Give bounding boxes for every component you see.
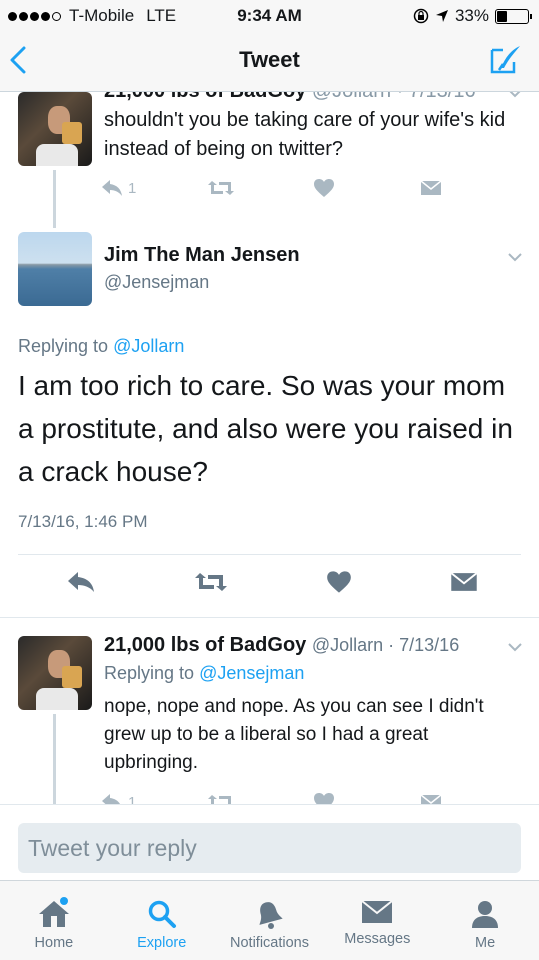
thread-line (53, 170, 56, 228)
tab-label: Messages (344, 931, 411, 947)
replying-prefix: Replying to (18, 336, 109, 356)
avatar[interactable] (18, 636, 92, 710)
heart-icon (314, 793, 335, 804)
bell-icon (259, 902, 284, 929)
tab-messages[interactable]: Messages (323, 881, 431, 960)
battery-icon (495, 8, 532, 24)
tab-label: Notifications (230, 935, 309, 951)
reply-count: 1 (128, 179, 137, 197)
author-handle-date: @Jollarn · 7/13/16 (312, 92, 476, 102)
tweet-timestamp: 7/13/16, 1:46 PM (18, 512, 148, 531)
avatar[interactable] (18, 232, 92, 306)
retweet-icon (207, 795, 231, 804)
replying-to-link[interactable]: @Jollarn (113, 336, 184, 356)
tweet-thread[interactable]: 21,000 lbs of BadGoy @Jollarn · 7/13/16 … (0, 92, 539, 804)
retweet-button[interactable] (207, 793, 267, 804)
tab-bar: Home Explore Notifications Messages Me (0, 880, 539, 960)
tweet-text: nope, nope and nope. As you can see I di… (104, 696, 484, 773)
orientation-lock-icon (413, 8, 429, 24)
author-handle[interactable]: @Jensejman (104, 272, 209, 293)
tweet-actions: 1 (100, 178, 480, 198)
envelope-icon (420, 180, 442, 195)
tweet-header: 21,000 lbs of BadGoy @Jollarn · 7/13/16 (104, 92, 476, 103)
replying-to-link[interactable]: @Jensejman (199, 663, 304, 683)
reply-composer (0, 804, 539, 880)
chevron-down-icon[interactable] (507, 252, 523, 262)
replying-to: Replying to @Jollarn (18, 336, 184, 357)
heart-icon (314, 179, 335, 197)
author-name: 21,000 lbs of BadGoy (104, 92, 306, 102)
battery-percent: 33% (454, 6, 489, 25)
replying-prefix: Replying to (104, 663, 195, 683)
reply-input[interactable] (18, 823, 521, 873)
tab-notifications[interactable]: Notifications (216, 881, 324, 960)
reply-icon (102, 794, 120, 804)
status-right: 33% (413, 6, 532, 26)
replying-to: Replying to @Jensejman (104, 663, 304, 684)
retweet-icon (207, 181, 234, 195)
reply-button[interactable]: 1 (100, 179, 160, 197)
message-button[interactable] (420, 180, 480, 196)
reply-icon (102, 180, 122, 196)
retweet-icon[interactable] (194, 571, 228, 593)
reply-icon[interactable] (66, 571, 96, 593)
tweet-actions: 1 (100, 792, 480, 804)
reply-button[interactable]: 1 (100, 793, 160, 804)
person-icon (472, 901, 499, 928)
tweet-text: I am too rich to care. So was your mom a… (18, 370, 513, 487)
compose-icon (490, 46, 520, 74)
nav-bar: Tweet (0, 30, 539, 92)
retweet-button[interactable] (207, 179, 267, 197)
location-icon (435, 10, 448, 22)
message-button[interactable] (420, 794, 480, 804)
notification-dot (59, 897, 68, 905)
thread-line (53, 714, 56, 804)
tab-home[interactable]: Home (0, 881, 108, 960)
tab-explore[interactable]: Explore (108, 881, 216, 960)
tab-label: Home (34, 935, 74, 951)
like-button[interactable] (313, 792, 373, 804)
envelope-icon[interactable] (450, 571, 478, 593)
author-handle-date: @Jollarn · 7/13/16 (311, 635, 460, 655)
heart-icon[interactable] (326, 570, 352, 594)
envelope-icon (361, 900, 393, 923)
compose-button[interactable] (489, 44, 523, 81)
search-icon (148, 900, 176, 928)
status-bar: T-Mobile LTE 9:34 AM 33% (0, 0, 539, 30)
tweet-actions (66, 570, 478, 594)
tweet-text: shouldn't you be taking care of your wif… (104, 109, 506, 160)
chevron-down-icon[interactable] (507, 92, 523, 98)
like-button[interactable] (313, 178, 373, 198)
reply-count: 1 (128, 793, 137, 805)
author-name[interactable]: Jim The Man Jensen (104, 244, 300, 267)
envelope-icon (420, 794, 442, 804)
author-name[interactable]: 21,000 lbs of BadGoy (104, 634, 306, 656)
page-title: Tweet (239, 47, 300, 72)
tab-label: Explore (137, 935, 187, 951)
avatar[interactable] (18, 92, 92, 166)
chevron-down-icon[interactable] (507, 642, 523, 652)
divider (18, 554, 521, 555)
tab-me[interactable]: Me (431, 881, 539, 960)
divider (0, 617, 539, 618)
tweet-header: 21,000 lbs of BadGoy @Jollarn · 7/13/16 (104, 634, 459, 657)
tab-label: Me (475, 935, 496, 951)
